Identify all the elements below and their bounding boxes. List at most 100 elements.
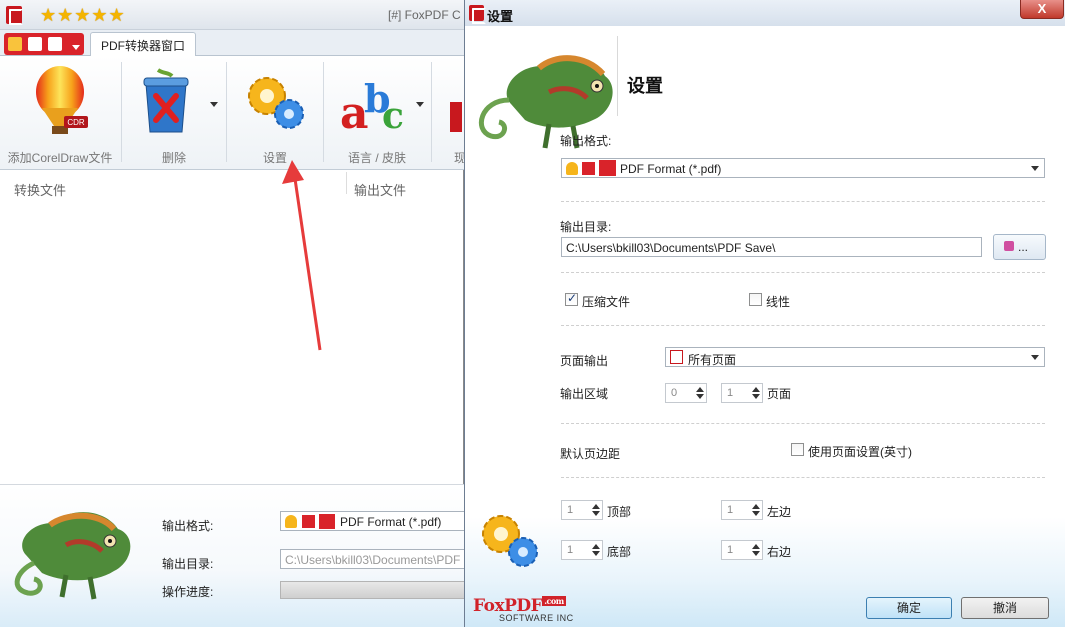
balloon-icon: [285, 515, 297, 528]
window-title: [#] FoxPDF C: [388, 8, 461, 22]
browse-button[interactable]: ...: [993, 234, 1046, 260]
gears-icon: [248, 77, 304, 129]
column-divider: [346, 172, 347, 194]
spin-down-icon[interactable]: [752, 394, 760, 399]
pdf-page-icon: [670, 350, 683, 364]
settings-form: 输出格式: PDF Format (*.pdf) 输出目录: C:\Users\…: [465, 0, 1065, 627]
spin-down-icon[interactable]: [592, 551, 600, 556]
range-to-spinner[interactable]: 1: [721, 383, 763, 403]
default-margin-label: 默认页边距: [560, 447, 621, 461]
ok-button[interactable]: 确定: [866, 597, 952, 619]
range-from-spinner[interactable]: 0: [665, 383, 707, 403]
chevron-down-icon: [1031, 355, 1039, 360]
tab-row: PDF转换器窗口: [0, 30, 464, 56]
use-page-setup-checkbox[interactable]: [791, 443, 804, 456]
margin-right-spinner[interactable]: 1: [721, 540, 763, 560]
progress-label: 操作进度:: [162, 585, 214, 599]
margin-left-value: 1: [727, 504, 734, 516]
pdf-icon: [319, 514, 335, 529]
output-format-label: 输出格式:: [162, 519, 214, 533]
output-dir-field[interactable]: C:\Users\bkill03\Documents\PDF Save\: [561, 237, 982, 257]
spin-up-icon[interactable]: [752, 387, 760, 392]
foxpdf-logo: FoxPDF .com SOFTWARE INC: [473, 596, 574, 623]
output-dir-field[interactable]: C:\Users\bkill03\Documents\PDF Save: [280, 549, 464, 569]
spin-up-icon[interactable]: [696, 387, 704, 392]
converter-window: ★★★★★ [#] FoxPDF C PDF转换器窗口 CDR 添加CorelD…: [0, 0, 464, 627]
margin-top-spinner[interactable]: 1: [561, 500, 603, 520]
margin-bottom-value: 1: [567, 544, 574, 556]
file-list-header: 转换文件 输出文件: [0, 170, 464, 200]
progress-bar: [280, 581, 464, 599]
convert-label: 现: [454, 151, 464, 165]
spin-up-icon[interactable]: [592, 504, 600, 509]
ribbon: CDR 添加CorelDraw文件 删除 设置 a b c 语言 / 皮肤 现: [0, 56, 464, 170]
column-output-files[interactable]: 输出文件: [354, 180, 406, 199]
divider: [561, 423, 1045, 424]
arrow-icon: [302, 515, 315, 528]
pdf-icon: [48, 37, 62, 51]
spin-down-icon[interactable]: [592, 511, 600, 516]
chevron-down-icon[interactable]: [416, 102, 424, 107]
folder-icon: [1004, 241, 1014, 251]
linear-label: 线性: [766, 295, 791, 309]
arrow-icon: [582, 162, 595, 175]
margin-right-label: 右边: [767, 545, 792, 559]
gears-icon: [482, 515, 538, 567]
compress-checkbox[interactable]: [565, 291, 578, 306]
margin-right-value: 1: [727, 544, 734, 556]
spin-down-icon[interactable]: [752, 511, 760, 516]
linear-checkbox[interactable]: [749, 293, 762, 306]
spin-up-icon[interactable]: [752, 504, 760, 509]
column-convert-files[interactable]: 转换文件: [14, 180, 66, 199]
margin-top-value: 1: [567, 504, 574, 516]
output-format-label: 输出格式:: [560, 134, 612, 148]
pdf-icon: [599, 160, 616, 176]
output-panel: 输出格式: PDF Format (*.pdf) 输出目录: C:\Users\…: [0, 484, 464, 627]
output-format-select[interactable]: PDF Format (*.pdf): [280, 511, 464, 531]
chevron-down-icon[interactable]: [210, 102, 218, 107]
delete-button[interactable]: 删除: [122, 56, 226, 170]
settings-dialog: 设置 X 设置 输出格式: PDF Format (*.pdf) 输出目录: C…: [464, 0, 1065, 627]
output-dir-label: 输出目录:: [560, 220, 612, 234]
quick-access-button[interactable]: [4, 33, 84, 55]
output-format-select[interactable]: PDF Format (*.pdf): [561, 158, 1045, 178]
divider: [561, 272, 1045, 273]
spin-down-icon[interactable]: [752, 551, 760, 556]
page-output-value: 所有页面: [688, 353, 737, 367]
output-format-value: PDF Format (*.pdf): [620, 162, 722, 176]
use-page-setup-label: 使用页面设置(英寸): [808, 445, 912, 459]
delete-label: 删除: [161, 151, 186, 165]
margin-bottom-spinner[interactable]: 1: [561, 540, 603, 560]
svg-text:CDR: CDR: [67, 118, 85, 127]
margin-left-spinner[interactable]: 1: [721, 500, 763, 520]
page-output-select[interactable]: 所有页面: [665, 347, 1045, 367]
add-coreldraw-button[interactable]: CDR 添加CorelDraw文件: [0, 56, 120, 170]
divider: [561, 477, 1045, 478]
spin-down-icon[interactable]: [696, 394, 704, 399]
margin-top-label: 顶部: [607, 505, 632, 519]
chevron-down-icon: [72, 45, 80, 50]
abc-icon: a b c: [340, 76, 404, 136]
add-coreldraw-label: 添加CorelDraw文件: [7, 151, 113, 165]
spin-up-icon[interactable]: [752, 544, 760, 549]
range-to-value: 1: [727, 387, 734, 399]
balloon-icon: [566, 162, 578, 175]
spin-up-icon[interactable]: [592, 544, 600, 549]
titlebar: ★★★★★ [#] FoxPDF C: [0, 0, 464, 30]
chevron-down-icon: [1031, 166, 1039, 171]
convert-icon: [450, 102, 462, 132]
cancel-button[interactable]: 撤消: [961, 597, 1049, 619]
convert-button[interactable]: 现: [432, 56, 464, 170]
output-dir-label: 输出目录:: [162, 557, 214, 571]
browse-label: ...: [1018, 240, 1029, 254]
recycle-bin-icon: [143, 68, 189, 133]
margin-left-label: 左边: [767, 505, 792, 519]
output-range-label: 输出区域: [560, 387, 609, 401]
range-from-value: 0: [671, 387, 678, 399]
logo-subtitle: SOFTWARE INC: [499, 613, 574, 623]
logo-com: .com: [542, 596, 566, 606]
page-output-label: 页面输出: [560, 354, 609, 368]
tab-converter-window[interactable]: PDF转换器窗口: [90, 32, 197, 56]
rating-stars[interactable]: ★★★★★: [40, 5, 126, 26]
balloon-icon: [8, 37, 22, 51]
